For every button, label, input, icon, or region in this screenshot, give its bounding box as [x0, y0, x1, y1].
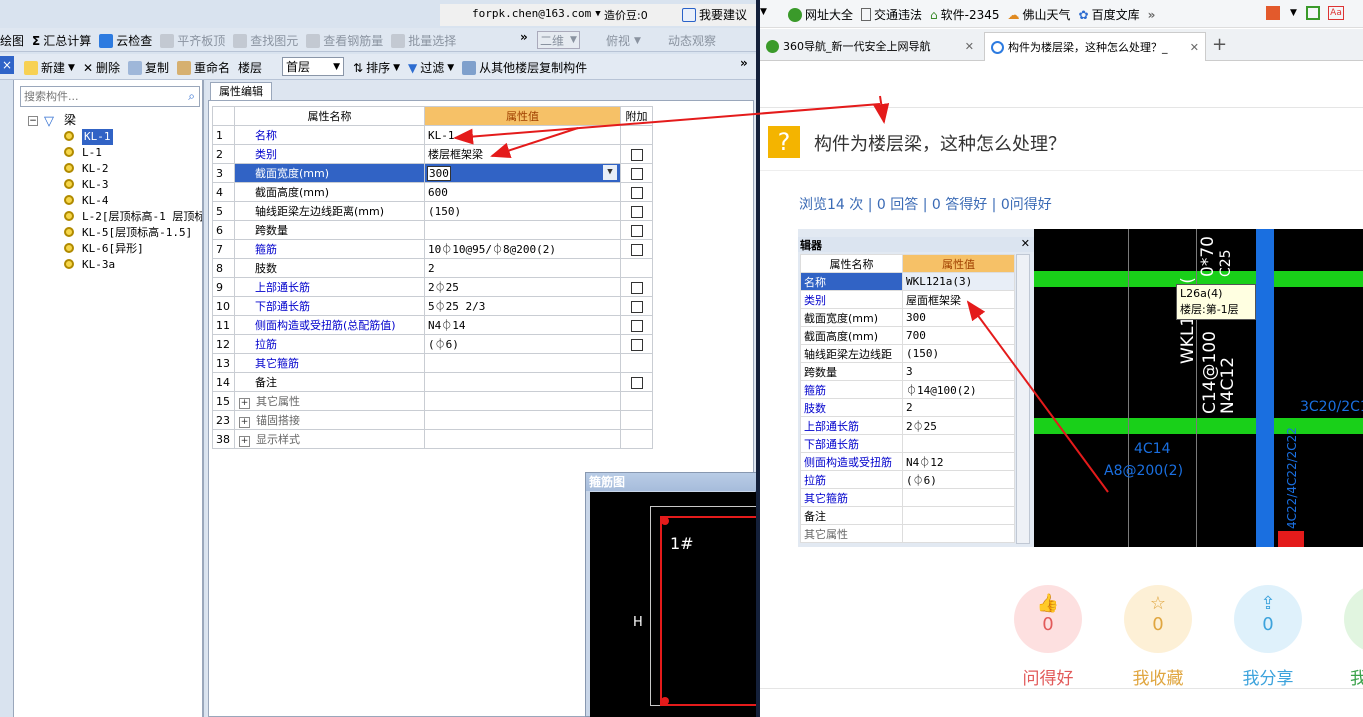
- arrow-to-name: [453, 103, 881, 145]
- annotation-arrows: [453, 95, 1109, 493]
- arrow-to-title: [873, 95, 890, 124]
- arrow-to-embedded-type: [966, 300, 1109, 493]
